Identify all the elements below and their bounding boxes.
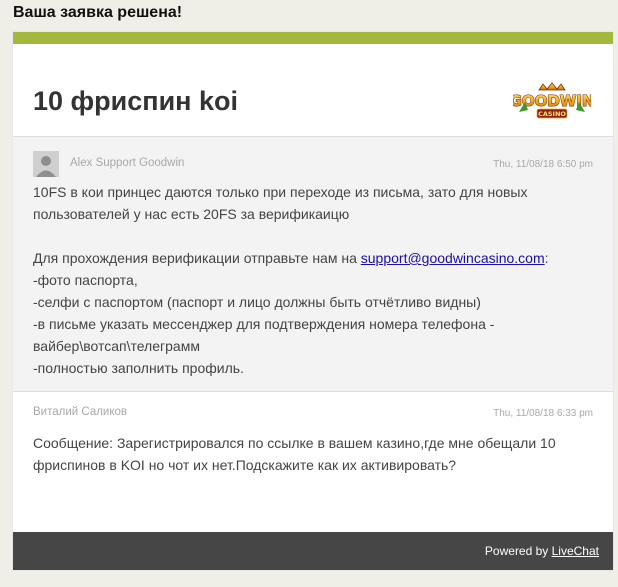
footer: Powered by LiveChat — [13, 532, 613, 570]
logo-subtitle: CASINO — [538, 110, 566, 118]
message-body: Сообщение: Зарегистрировался по ссылке в… — [33, 432, 593, 476]
message-author: Alex Support Goodwin — [70, 157, 185, 169]
list-item: -полностью заполнить профиль. — [33, 360, 244, 376]
message-text: Для прохождения верификации отправьте на… — [33, 250, 361, 266]
message-agent: Alex Support Goodwin Thu, 11/08/18 6:50 … — [13, 137, 613, 392]
message-timestamp: Thu, 11/08/18 6:33 pm — [493, 408, 593, 419]
message-paragraph: Для прохождения верификации отправьте на… — [33, 247, 593, 269]
message-text: : — [544, 250, 549, 266]
message-timestamp: Thu, 11/08/18 6:50 pm — [493, 159, 593, 170]
list-item: -в письме указать мессенджер для подтвер… — [33, 316, 495, 354]
accent-bar — [13, 32, 613, 44]
message-customer: Виталий Саликов Thu, 11/08/18 6:33 pm Со… — [13, 392, 613, 531]
ticket-header: 10 фриспин koi GOODWIN CASINO — [13, 44, 613, 137]
list-item: -селфи с паспортом (паспорт и лицо должн… — [33, 294, 481, 310]
powered-by-text: Powered by — [484, 544, 552, 558]
page-heading: Ваша заявка решена! — [13, 4, 183, 21]
livechat-link[interactable]: LiveChat — [552, 544, 599, 558]
ticket-card: 10 фриспин koi GOODWIN CASINO Alex Suppo… — [13, 32, 613, 570]
message-paragraph: 10FS в кои принцес даются только при пер… — [33, 184, 528, 222]
support-email-link[interactable]: support@goodwincasino.com — [361, 250, 545, 266]
powered-by: Powered by LiveChat — [485, 544, 599, 558]
avatar — [33, 151, 59, 177]
message-body: 10FS в кои принцес даются только при пер… — [33, 181, 593, 379]
message-paragraph: Сообщение: Зарегистрировался по ссылке в… — [33, 435, 556, 473]
message-author: Виталий Саликов — [33, 406, 128, 418]
list-item: -фото паспорта, — [33, 272, 138, 288]
ticket-title: 10 фриспин koi — [33, 86, 238, 116]
user-silhouette-icon — [33, 151, 59, 177]
goodwin-casino-logo: GOODWIN CASINO — [513, 82, 591, 119]
